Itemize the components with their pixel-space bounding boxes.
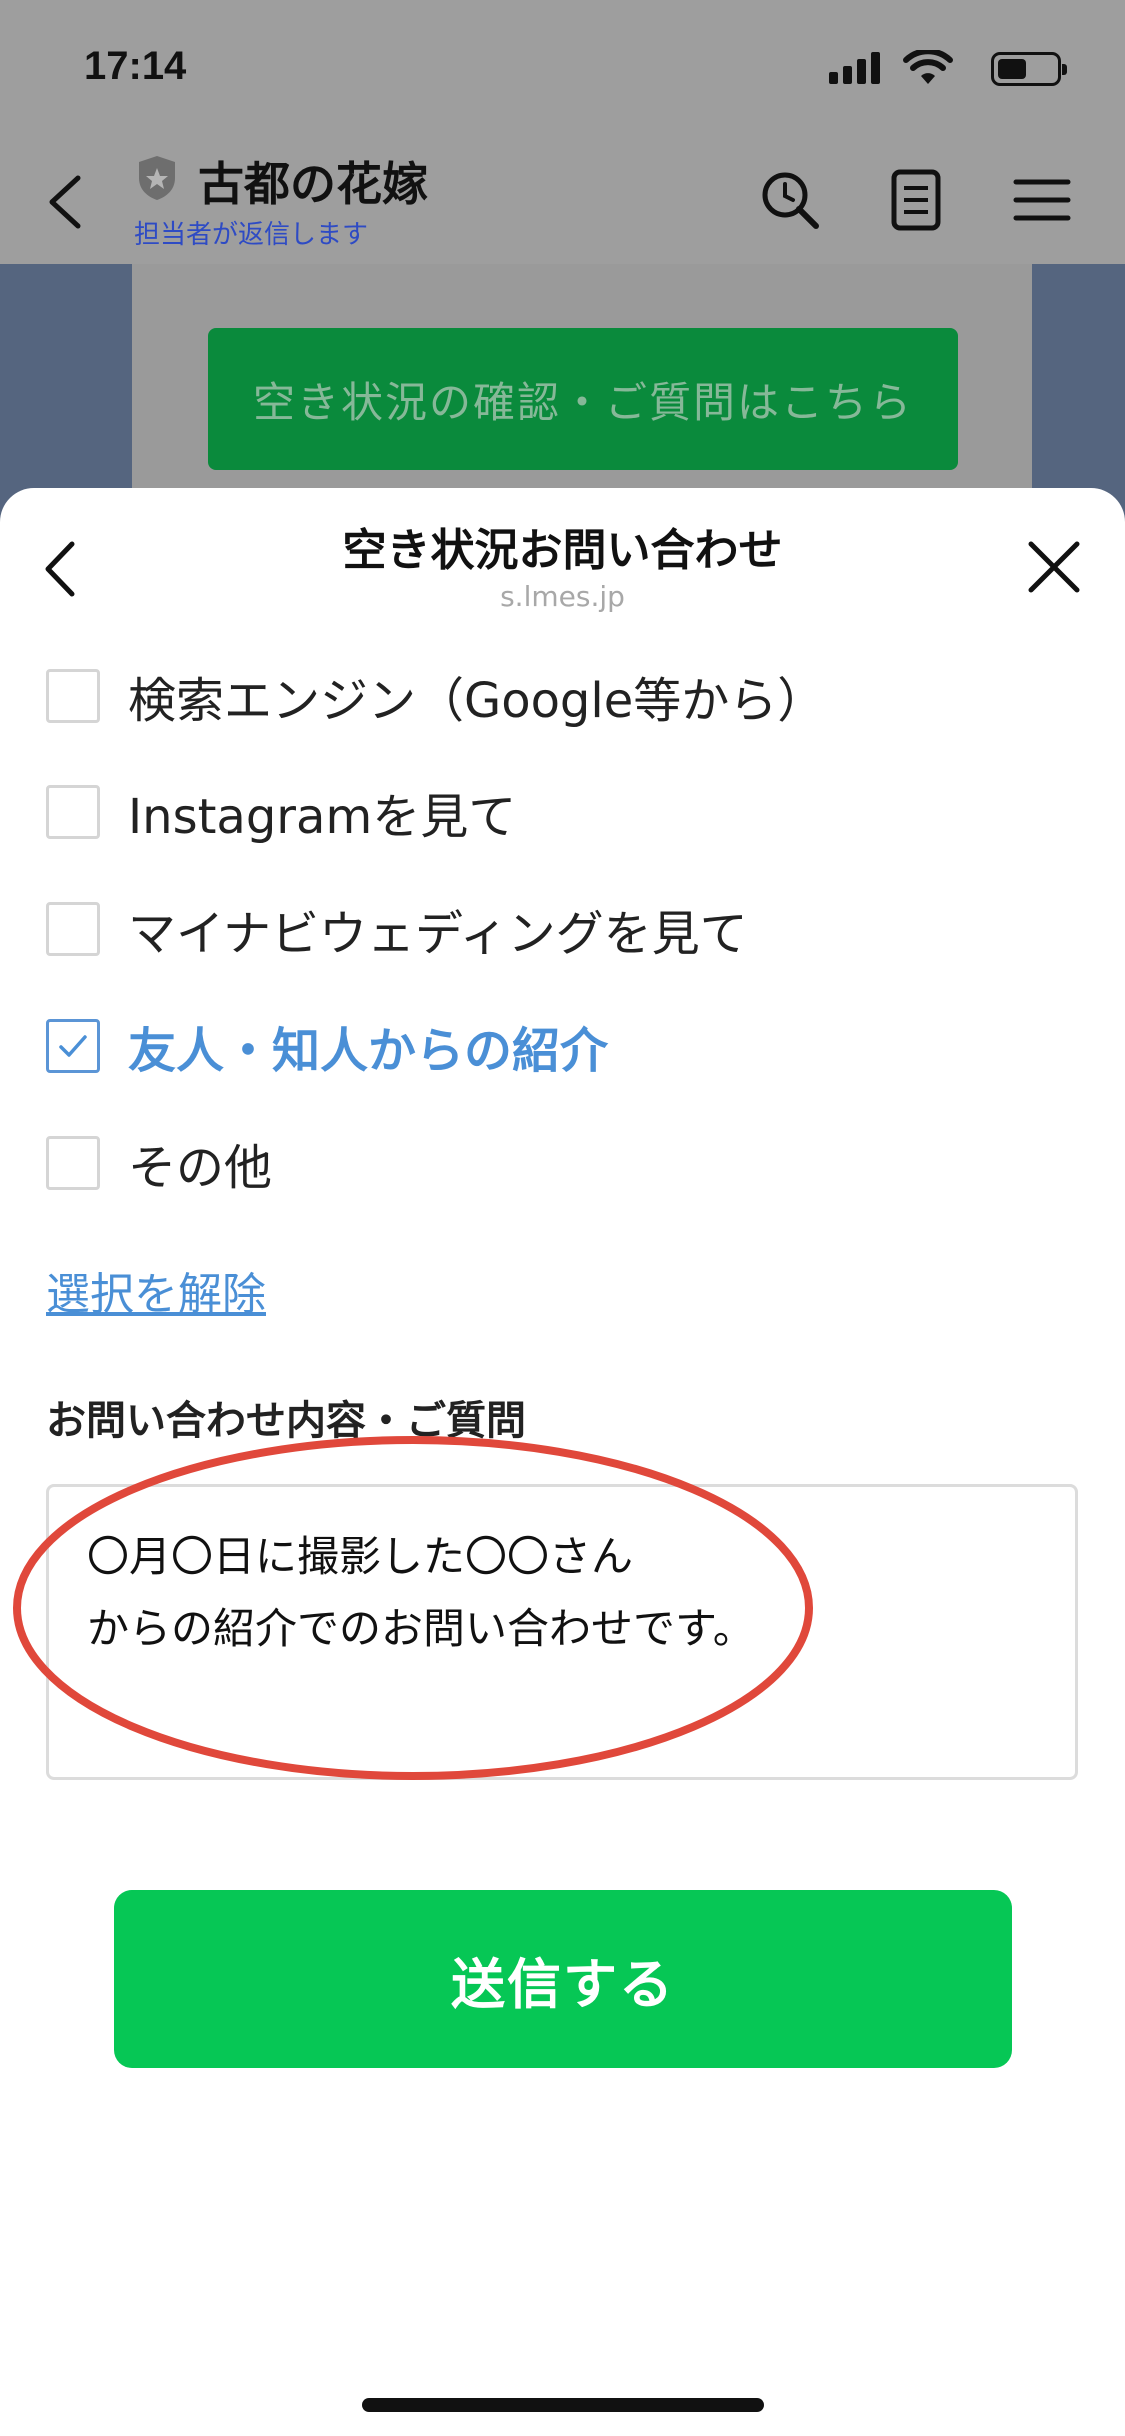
status-icons	[781, 48, 1081, 92]
option-label: 検索エンジン（Google等から）	[128, 673, 826, 729]
search-icon[interactable]	[758, 168, 822, 232]
wifi-icon	[903, 50, 953, 84]
option-mynavi[interactable]: マイナビウェディングを見て	[46, 899, 748, 962]
option-label: その他	[128, 1140, 273, 1196]
chat-area: 空き状況の確認・ご質問はこちら	[0, 264, 1125, 524]
checkbox[interactable]	[46, 1136, 100, 1190]
menu-icon[interactable]	[1010, 168, 1074, 232]
inquiry-sheet: 空き状況お問い合わせ s.lmes.jp 検索エンジン（Google等から） I…	[0, 488, 1125, 2436]
notes-icon[interactable]	[884, 168, 948, 232]
status-bar: 17:14	[0, 0, 1125, 132]
clear-selection-link[interactable]: 選択を解除	[46, 1258, 266, 1322]
chat-title: 古都の花嫁	[198, 157, 428, 211]
checkmark-icon	[59, 1035, 87, 1057]
submit-button[interactable]: 送信する	[114, 1890, 1012, 2068]
checkbox-checked[interactable]	[46, 1019, 100, 1073]
status-time: 17:14	[84, 44, 187, 88]
battery-icon	[991, 52, 1067, 86]
home-indicator	[362, 2398, 764, 2412]
sheet-title: 空き状況お問い合わせ	[342, 525, 783, 576]
shield-icon	[139, 156, 175, 200]
sheet-domain: s.lmes.jp	[500, 580, 625, 613]
option-label: 友人・知人からの紹介	[128, 1023, 609, 1079]
inquiry-button[interactable]: 空き状況の確認・ご質問はこちら	[208, 328, 958, 470]
option-label: マイナビウェディングを見て	[128, 906, 748, 962]
option-label: Instagramを見て	[128, 789, 517, 845]
checkbox[interactable]	[46, 902, 100, 956]
checkbox[interactable]	[46, 669, 100, 723]
signal-icon	[829, 52, 881, 84]
option-referral[interactable]: 友人・知人からの紹介	[46, 1016, 608, 1079]
option-search-engine[interactable]: 検索エンジン（Google等から）	[46, 666, 825, 729]
chat-subtitle: 担当者が返信します	[134, 220, 369, 250]
chat-header: 古都の花嫁 担当者が返信します	[0, 132, 1125, 264]
option-other[interactable]: その他	[46, 1133, 272, 1196]
option-instagram[interactable]: Instagramを見て	[46, 782, 516, 845]
checkbox[interactable]	[46, 785, 100, 839]
annotation-ellipse	[13, 1436, 813, 1780]
back-icon[interactable]	[40, 172, 90, 232]
chat-message-card: 空き状況の確認・ご質問はこちら	[132, 264, 1032, 524]
close-icon[interactable]	[1027, 540, 1081, 594]
